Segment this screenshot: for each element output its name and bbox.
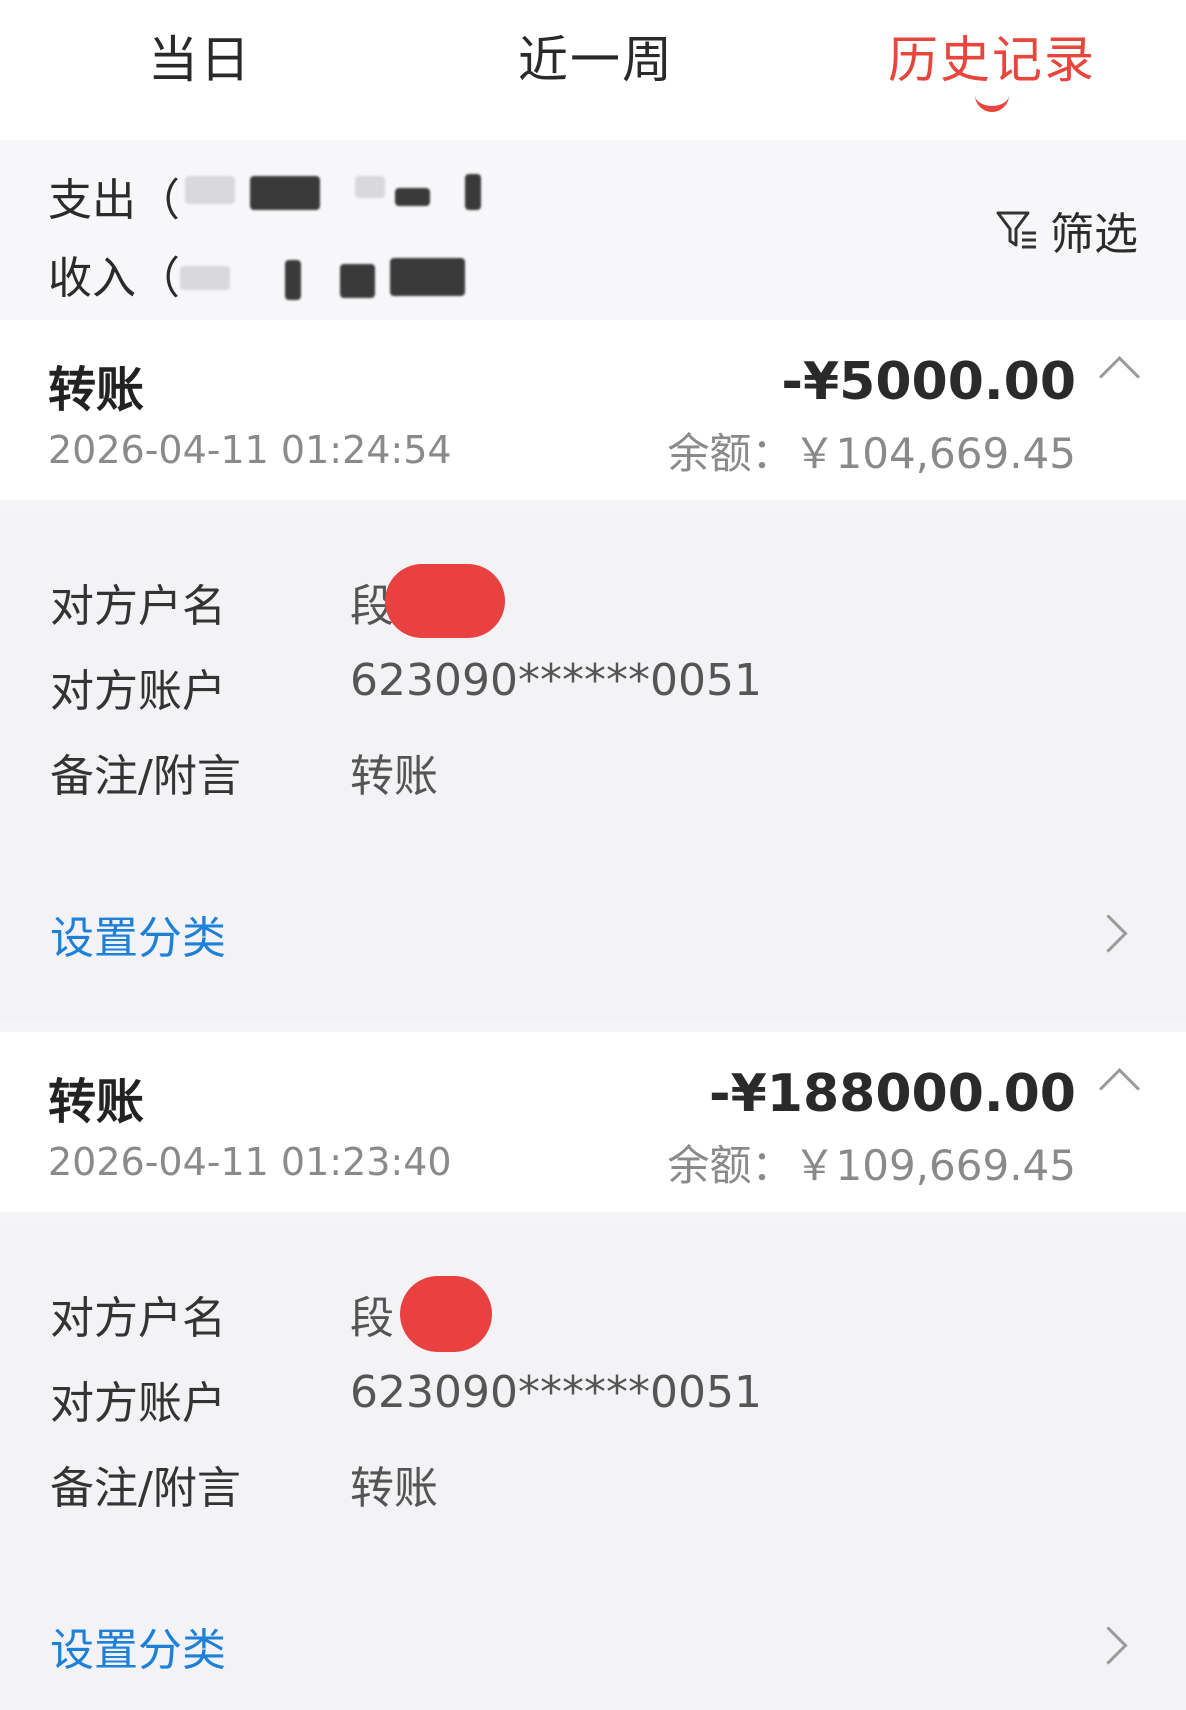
expense-label: 支出（ <box>48 175 180 226</box>
record-header[interactable]: 转账 2026-04-11 01:23:40 -¥188000.00 余额：￥1… <box>0 1032 1186 1212</box>
collapse-chevron-icon[interactable] <box>1098 1067 1141 1110</box>
record-balance: 余额：￥109,669.45 <box>667 1141 1076 1190</box>
counterparty-name-label: 对方户名 <box>50 1293 226 1344</box>
record-time: 2026-04-11 01:24:54 <box>48 428 452 472</box>
redaction-block <box>390 258 465 296</box>
counterparty-name-value: 段 <box>350 1293 394 1344</box>
record-amount: -¥188000.00 <box>709 1064 1076 1124</box>
chevron-right-icon[interactable] <box>1089 914 1128 953</box>
note-value: 转账 <box>350 1463 438 1514</box>
redaction-block <box>285 260 301 300</box>
redaction-block <box>250 176 320 210</box>
record-balance: 余额：￥104,669.45 <box>667 429 1076 478</box>
filter-button[interactable]: 筛选 <box>994 200 1138 260</box>
record-details: 对方户名 段 对方账户 623090******0051 备注/附言 转账 设置… <box>0 1224 1186 1710</box>
redaction-block <box>340 264 375 298</box>
counterparty-account-value: 623090******0051 <box>350 655 762 706</box>
filter-icon <box>996 211 1036 249</box>
note-value: 转账 <box>350 751 438 802</box>
redaction-block <box>355 176 385 198</box>
redaction-block <box>395 188 430 206</box>
counterparty-account-label: 对方账户 <box>50 666 226 717</box>
counterparty-account-label: 对方账户 <box>50 1378 226 1429</box>
counterparty-name-label: 对方户名 <box>50 581 226 632</box>
redaction-mark <box>400 1276 492 1352</box>
set-category-link[interactable]: 设置分类 <box>50 1614 226 1678</box>
counterparty-account-value: 623090******0051 <box>350 1367 762 1418</box>
tab-week[interactable]: 近一周 <box>518 20 674 92</box>
collapse-chevron-icon[interactable] <box>1098 355 1141 398</box>
filter-label: 筛选 <box>1050 209 1138 260</box>
redaction-block <box>180 266 230 290</box>
record-amount: -¥5000.00 <box>781 352 1076 412</box>
record-details: 对方户名 段 对方账户 623090******0051 备注/附言 转账 设置… <box>0 512 1186 1020</box>
redaction-block <box>185 176 235 204</box>
tab-history[interactable]: 历史记录 <box>888 20 1096 92</box>
redaction-block <box>465 174 481 210</box>
record-title: 转账 <box>48 1074 145 1130</box>
active-tab-indicator <box>975 92 1009 112</box>
income-label: 收入（ <box>48 253 180 304</box>
note-label: 备注/附言 <box>50 751 241 802</box>
record-header[interactable]: 转账 2026-04-11 01:24:54 -¥5000.00 余额：￥104… <box>0 320 1186 500</box>
record-time: 2026-04-11 01:23:40 <box>48 1140 452 1184</box>
chevron-right-icon[interactable] <box>1089 1626 1128 1665</box>
tab-bar: 当日 近一周 历史记录 <box>0 0 1186 140</box>
note-label: 备注/附言 <box>50 1463 241 1514</box>
tab-today[interactable]: 当日 <box>148 20 252 92</box>
set-category-link[interactable]: 设置分类 <box>50 902 226 966</box>
record-title: 转账 <box>48 362 145 418</box>
redaction-mark <box>385 564 505 638</box>
